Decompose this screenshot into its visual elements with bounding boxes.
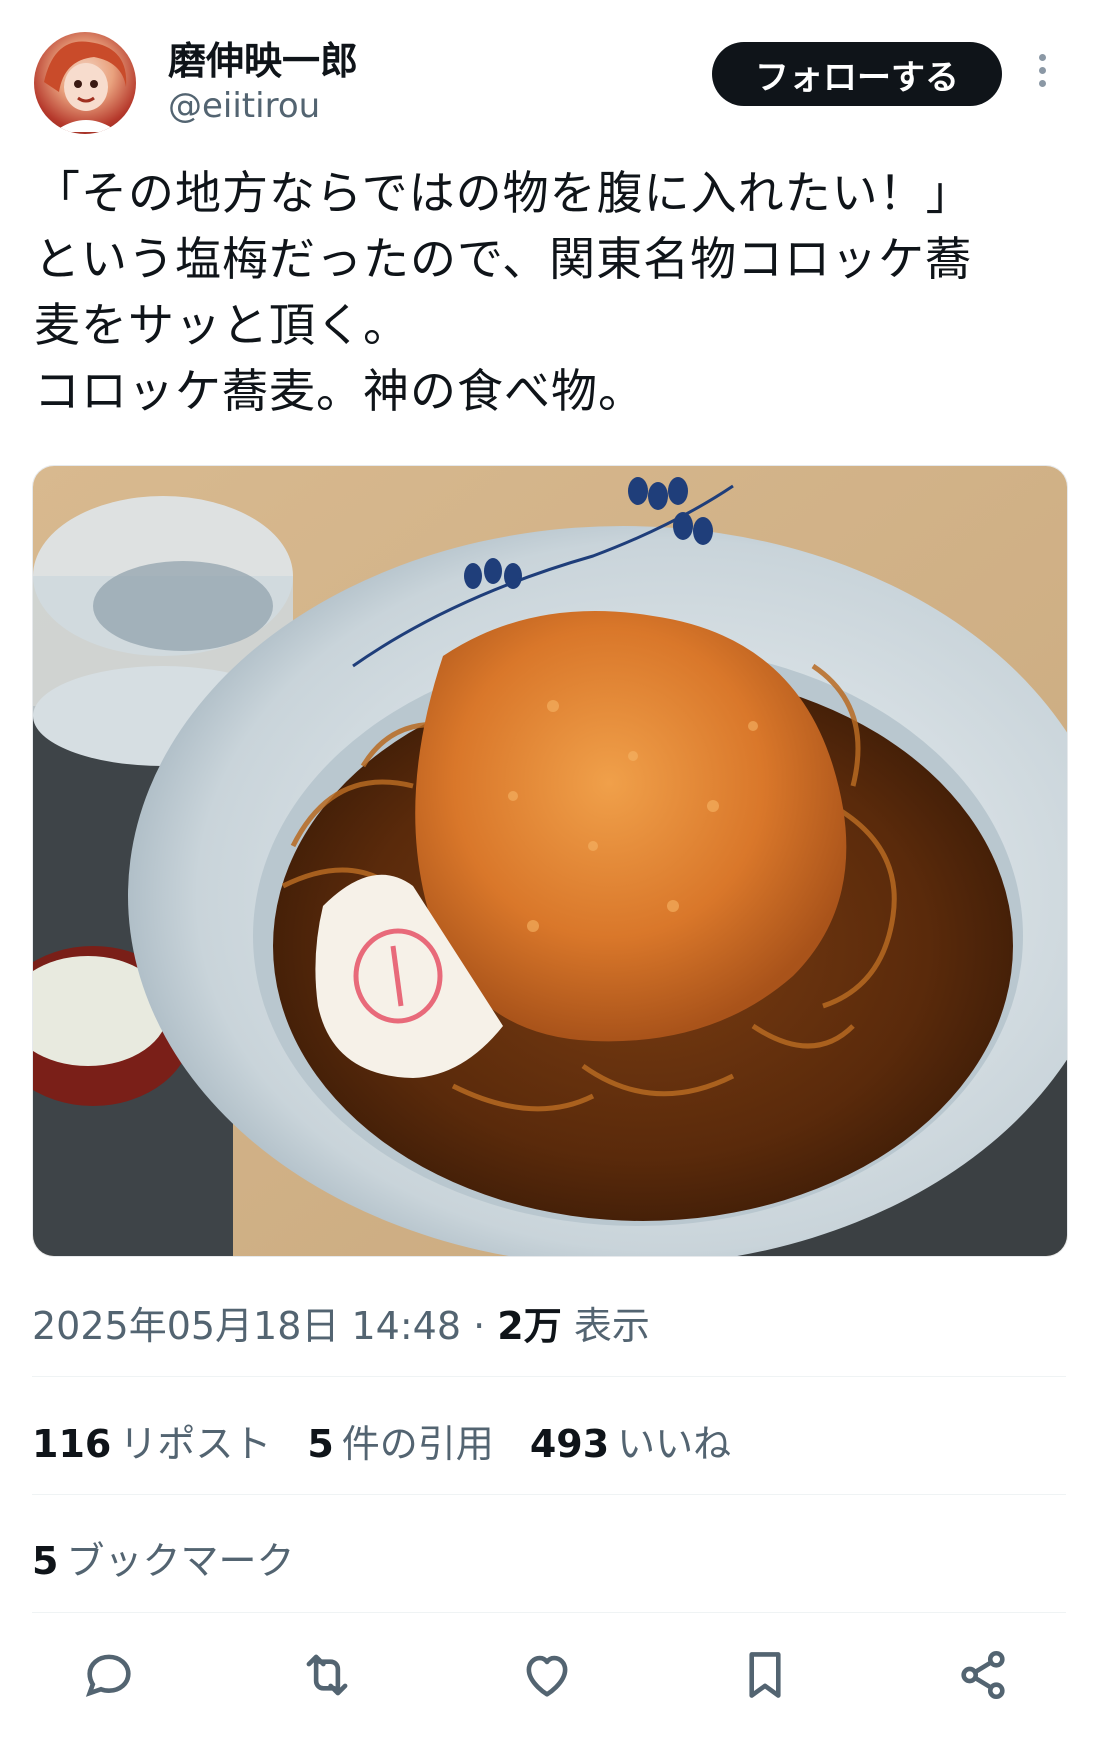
likes-stat[interactable]: 493 いいね bbox=[530, 1413, 731, 1468]
action-bar bbox=[0, 1640, 1096, 1710]
divider bbox=[32, 1376, 1066, 1377]
bookmark-icon[interactable] bbox=[736, 1646, 794, 1704]
follow-button[interactable]: フォローする bbox=[712, 42, 1002, 106]
timestamp[interactable]: 2025年05月18日 14:48 bbox=[32, 1304, 461, 1348]
reposts-count: 116 bbox=[32, 1422, 112, 1466]
more-vertical-icon[interactable] bbox=[1032, 50, 1052, 100]
reposts-stat[interactable]: 116 リポスト bbox=[32, 1413, 271, 1468]
tweet-text: 「その地方ならではの物を腹に入れたい！」 という塩梅だったので、関東名物コロッケ… bbox=[34, 166, 973, 418]
author-handle[interactable]: @eiitirou bbox=[168, 86, 320, 126]
author-display-name[interactable]: 磨伸映一郎 bbox=[168, 30, 358, 85]
quotes-stat[interactable]: 5 件の引用 bbox=[307, 1413, 493, 1468]
quotes-count: 5 bbox=[307, 1422, 334, 1466]
croquette-soba-image bbox=[33, 466, 1067, 1256]
avatar-image bbox=[44, 41, 127, 132]
tweet-photo[interactable] bbox=[32, 465, 1068, 1257]
likes-count: 493 bbox=[529, 1422, 610, 1466]
bookmarks-label: ブックマーク bbox=[66, 1539, 295, 1583]
quotes-label: 件の引用 bbox=[341, 1422, 494, 1466]
like-icon[interactable] bbox=[518, 1646, 576, 1704]
views-label: 表示 bbox=[573, 1304, 650, 1348]
likes-label: いいね bbox=[617, 1422, 732, 1466]
divider bbox=[32, 1494, 1066, 1495]
engagement-stats: 116 リポスト 5 件の引用 493 いいね bbox=[32, 1413, 731, 1468]
reposts-label: リポスト bbox=[119, 1422, 272, 1466]
tweet-meta: 2025年05月18日 14:48 · 2万 表示 bbox=[32, 1295, 650, 1350]
meta-separator: · bbox=[473, 1304, 486, 1348]
bookmarks-count: 5 bbox=[32, 1539, 59, 1583]
divider bbox=[32, 1612, 1066, 1613]
share-icon[interactable] bbox=[954, 1646, 1012, 1704]
avatar[interactable] bbox=[34, 32, 136, 134]
reply-icon[interactable] bbox=[80, 1646, 138, 1704]
bookmarks-stat[interactable]: 5 ブックマーク bbox=[32, 1530, 294, 1585]
views-count: 2万 bbox=[497, 1304, 562, 1348]
repost-icon[interactable] bbox=[298, 1646, 356, 1704]
